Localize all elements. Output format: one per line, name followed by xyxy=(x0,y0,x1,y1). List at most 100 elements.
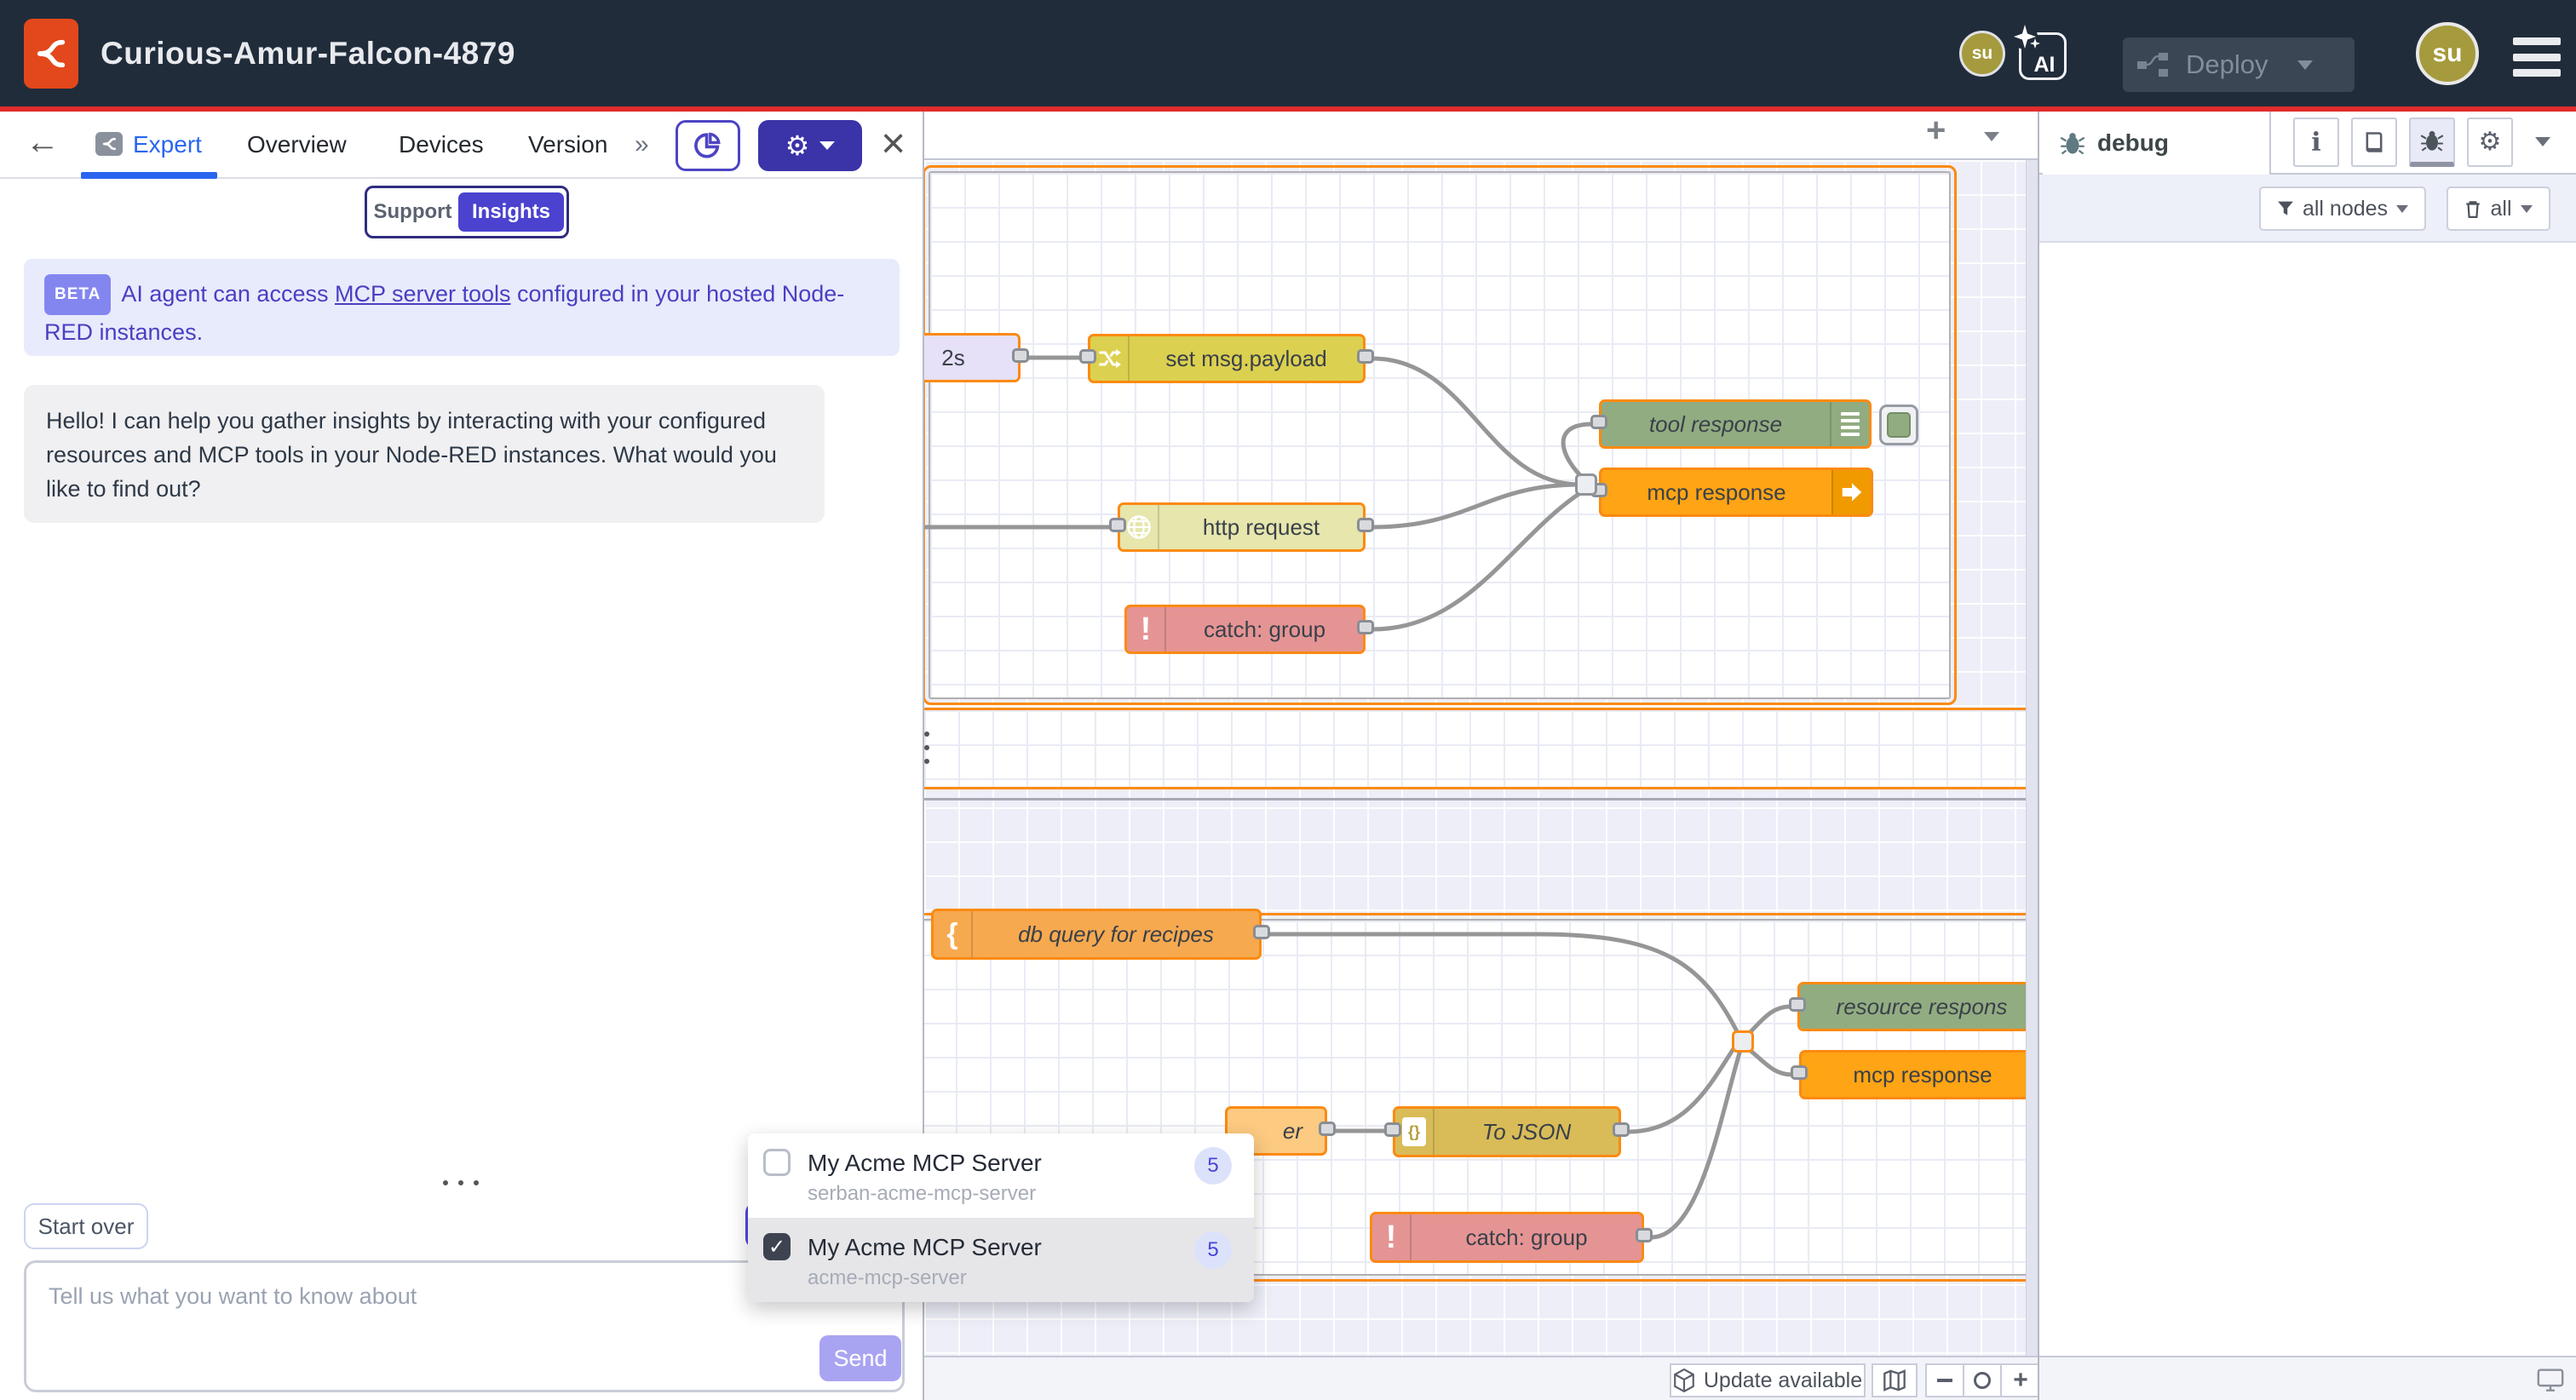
clear-messages-button[interactable]: all xyxy=(2447,186,2550,231)
panel-resize-handle[interactable] xyxy=(924,732,929,764)
close-icon[interactable]: × xyxy=(881,118,906,168)
tab-version[interactable]: Version xyxy=(528,112,607,177)
bug-icon xyxy=(2060,131,2085,155)
dropdown-item[interactable]: ✓ My Acme MCP Server acme-mcp-server 5 xyxy=(748,1218,1254,1302)
package-icon xyxy=(1673,1368,1695,1392)
output-port[interactable] xyxy=(1357,620,1374,634)
insights-chart-button[interactable] xyxy=(676,120,740,171)
flow-tab-bar: + xyxy=(924,112,2038,160)
mcp-server-tools-link[interactable]: MCP server tools xyxy=(335,281,511,307)
output-port[interactable] xyxy=(1357,349,1374,364)
flow-node[interactable]: 2s xyxy=(924,333,1021,382)
output-port[interactable] xyxy=(1319,1122,1336,1136)
input-port[interactable] xyxy=(1789,997,1806,1012)
settings-button[interactable]: ⚙ xyxy=(758,120,862,171)
flow-node[interactable]: http request xyxy=(1118,502,1366,552)
deploy-button[interactable]: Deploy xyxy=(2123,37,2355,92)
sidebar-options-chevron[interactable] xyxy=(2535,137,2550,146)
checkbox-checked[interactable]: ✓ xyxy=(763,1233,791,1260)
map-icon xyxy=(1883,1369,1906,1391)
output-port[interactable] xyxy=(1253,925,1270,939)
active-tab-underline xyxy=(81,172,217,179)
panel-tab-bar: ← Expert Overview Devices Version » ⚙ × xyxy=(0,112,923,179)
output-port[interactable] xyxy=(1012,348,1029,363)
dropdown-item[interactable]: My Acme MCP Server serban-acme-mcp-serve… xyxy=(748,1133,1254,1218)
debug-tab[interactable]: debug xyxy=(2043,112,2271,175)
config-tab-button[interactable]: ⚙ xyxy=(2467,118,2513,167)
server-subtitle: acme-mcp-server xyxy=(808,1264,1233,1293)
node-label: mcp response xyxy=(1802,1053,2038,1097)
flow-node[interactable]: {db query for recipes xyxy=(931,909,1262,960)
node-label: tool response xyxy=(1601,402,1869,446)
help-tab-button[interactable] xyxy=(2351,118,2397,167)
flow-list-chevron[interactable] xyxy=(1984,132,1999,141)
user-avatar[interactable]: su xyxy=(2416,22,2479,85)
output-port[interactable] xyxy=(1613,1122,1630,1137)
node-label: catch: group xyxy=(1372,1214,1642,1260)
flow-node[interactable]: tool response xyxy=(1599,399,1872,449)
flow-node[interactable]: resource respons xyxy=(1797,982,2038,1031)
tab-overflow-chevrons[interactable]: » xyxy=(635,112,649,177)
flow-node[interactable]: mcp response xyxy=(1799,1050,2038,1099)
main-menu-icon[interactable] xyxy=(2513,37,2561,77)
flow-node[interactable]: !catch: group xyxy=(1370,1212,1644,1263)
server-title: My Acme MCP Server xyxy=(808,1231,1233,1264)
output-port[interactable] xyxy=(1357,518,1374,532)
toggle-support[interactable]: Support xyxy=(367,200,458,224)
update-available-button[interactable]: Update available xyxy=(1670,1363,1866,1397)
tab-expert[interactable]: Expert xyxy=(133,112,202,177)
debug-tab-button[interactable] xyxy=(2409,118,2455,167)
start-over-button[interactable]: Start over xyxy=(24,1203,148,1249)
back-arrow-icon[interactable]: ← xyxy=(26,123,60,162)
flow-node[interactable]: mcp response xyxy=(1599,468,1873,517)
filter-nodes-button[interactable]: all nodes xyxy=(2259,186,2426,231)
node-label: mcp response xyxy=(1601,470,1871,514)
ai-assistant-icon[interactable]: AI xyxy=(2019,32,2067,80)
zoom-out-button[interactable] xyxy=(1927,1365,1964,1396)
input-port[interactable] xyxy=(1791,1065,1808,1080)
zoom-reset-button[interactable] xyxy=(1964,1365,2002,1396)
vertical-scrollbar[interactable] xyxy=(2026,160,2038,1356)
debug-footer xyxy=(2039,1356,2576,1400)
flowfuse-logo-icon[interactable] xyxy=(24,19,78,89)
mode-toggle[interactable]: Support Insights xyxy=(365,186,569,238)
input-port[interactable] xyxy=(1590,415,1607,429)
settings-chevron-icon xyxy=(819,141,835,150)
flow-node[interactable]: set msg.payload xyxy=(1088,334,1366,383)
canvas-footer: Update available + xyxy=(924,1356,2038,1400)
flow-node[interactable]: !catch: group xyxy=(1124,605,1366,654)
debug-enable-toggle[interactable] xyxy=(1879,405,1918,445)
assistant-message: Hello! I can help you gather insights by… xyxy=(24,385,825,523)
zoom-in-button[interactable]: + xyxy=(2002,1365,2038,1396)
trash-icon xyxy=(2464,199,2481,218)
info-tab-button[interactable]: i xyxy=(2293,118,2339,167)
tool-count-badge: 5 xyxy=(1194,1231,1232,1269)
send-button[interactable]: Send xyxy=(819,1335,901,1381)
input-port[interactable] xyxy=(1384,1122,1401,1137)
input-resize-handle[interactable] xyxy=(443,1180,479,1185)
server-title: My Acme MCP Server xyxy=(808,1147,1233,1179)
add-flow-button[interactable]: + xyxy=(1926,112,1946,150)
input-port[interactable] xyxy=(1109,518,1126,532)
tab-overview[interactable]: Overview xyxy=(247,112,347,177)
node-label: set msg.payload xyxy=(1090,336,1363,381)
node-label: catch: group xyxy=(1127,607,1363,651)
input-port[interactable] xyxy=(1079,349,1096,364)
node-label: To JSON xyxy=(1395,1109,1619,1155)
wire-junction[interactable] xyxy=(1575,473,1597,496)
monitor-icon[interactable] xyxy=(2537,1368,2564,1393)
checkbox-unchecked[interactable] xyxy=(763,1149,791,1176)
gear-tab-icon: ⚙ xyxy=(2479,129,2502,155)
output-port[interactable] xyxy=(1636,1228,1653,1242)
header-accent-bar xyxy=(0,106,2576,112)
flowfuse-tab-icon xyxy=(95,132,123,156)
assistant-avatar[interactable]: su xyxy=(1959,31,2005,77)
pie-chart-icon xyxy=(693,131,722,160)
info-icon: i xyxy=(2311,128,2320,158)
wire-junction[interactable] xyxy=(1732,1030,1754,1053)
toggle-insights[interactable]: Insights xyxy=(458,192,564,232)
tab-devices[interactable]: Devices xyxy=(399,112,484,177)
minimap-button[interactable] xyxy=(1872,1363,1918,1397)
deploy-options-chevron[interactable] xyxy=(2297,60,2313,70)
flow-node[interactable]: {}To JSON xyxy=(1393,1106,1621,1157)
